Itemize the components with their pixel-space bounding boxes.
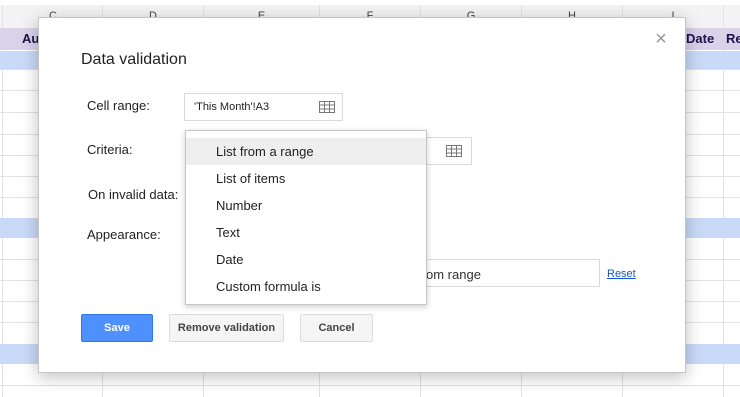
reset-link[interactable]: Reset <box>607 268 636 280</box>
criteria-label: Criteria: <box>87 142 133 157</box>
on-invalid-data-label: On invalid data: <box>88 187 179 202</box>
cell-range-field[interactable]: 'This Month'!A3 <box>184 93 343 121</box>
menu-item-list-from-range[interactable]: List from a range <box>186 138 426 165</box>
cell-range-value: 'This Month'!A3 <box>194 101 270 113</box>
cell-range-label: Cell range: <box>87 98 150 113</box>
menu-item-custom-formula[interactable]: Custom formula is <box>186 273 426 300</box>
header-cell-re[interactable]: Re <box>726 28 740 50</box>
grid-line <box>0 385 740 386</box>
select-range-icon[interactable] <box>319 101 335 113</box>
header-cell-left[interactable]: Au <box>22 28 39 50</box>
header-cell-date[interactable]: Date <box>686 28 714 50</box>
help-text-field[interactable]: om range <box>425 259 600 287</box>
criteria-dropdown-menu: List from a range List of items Number T… <box>185 130 427 305</box>
dialog-title: Data validation <box>81 51 187 68</box>
remove-validation-button[interactable]: Remove validation <box>169 314 284 342</box>
menu-item-list-of-items[interactable]: List of items <box>186 165 426 192</box>
appearance-label: Appearance: <box>87 227 161 242</box>
menu-item-number[interactable]: Number <box>186 192 426 219</box>
menu-item-text[interactable]: Text <box>186 219 426 246</box>
criteria-range-field[interactable] <box>425 137 472 165</box>
save-button[interactable]: Save <box>81 314 153 342</box>
select-range-icon[interactable] <box>446 145 462 157</box>
help-text-value: om range <box>426 267 481 282</box>
cancel-button[interactable]: Cancel <box>300 314 373 342</box>
menu-item-date[interactable]: Date <box>186 246 426 273</box>
close-icon[interactable]: × <box>653 29 669 49</box>
